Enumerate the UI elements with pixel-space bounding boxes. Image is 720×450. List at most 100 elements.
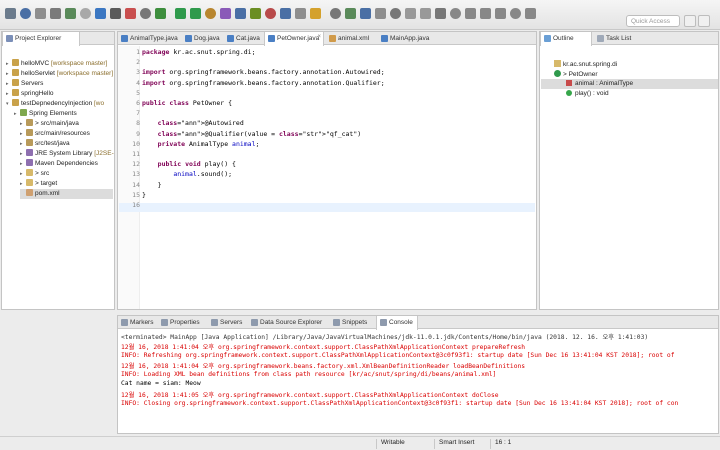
editor-tab[interactable]: Dog.java <box>182 32 222 45</box>
explorer-item[interactable]: ▸ > src/main/java <box>20 119 79 129</box>
console-tab-label: Snippets <box>342 319 368 326</box>
task-icon[interactable] <box>330 8 341 19</box>
java-file-icon <box>381 35 388 42</box>
explorer-item[interactable]: ▸ Spring Elements <box>14 109 77 119</box>
open-perspective-icon[interactable] <box>684 15 696 27</box>
editor-tab-label: Dog.java <box>194 35 220 42</box>
code-line[interactable]: import org.springframework.beans.factory… <box>142 79 385 87</box>
explorer-item[interactable]: ▸ Maven Dependencies <box>20 159 98 169</box>
nav-back-icon[interactable] <box>450 8 461 19</box>
console-tab[interactable]: Properties <box>158 316 206 329</box>
console-tab[interactable]: Data Source Explorer <box>248 316 328 329</box>
back-icon[interactable] <box>375 8 386 19</box>
code-line[interactable]: animal.sound(); <box>142 170 232 178</box>
print-icon[interactable] <box>35 8 46 19</box>
run-icon[interactable] <box>95 8 106 19</box>
editor-tab[interactable]: animal.xml <box>326 32 376 45</box>
terminal-icon[interactable] <box>50 8 61 19</box>
close-icon[interactable] <box>525 8 536 19</box>
nav-forward-icon[interactable] <box>465 8 476 19</box>
console-tabbar: Markers Properties Servers Data Source Expl… <box>118 316 718 330</box>
code-line[interactable]: package kr.ac.snut.spring.di; <box>142 48 256 56</box>
console-tab[interactable]: Markers <box>118 316 156 329</box>
tab-project-explorer[interactable]: Project Explorer <box>2 32 80 46</box>
editor-tab-label: AnimalType.java <box>130 35 178 42</box>
explorer-item[interactable]: ▸ src/main/resources <box>20 129 90 139</box>
code-line[interactable]: public void play() { <box>142 160 236 168</box>
coverage-icon[interactable] <box>205 8 216 19</box>
close-tab-icon[interactable]: × <box>317 34 321 40</box>
explorer-item[interactable]: ▸ helloServlet [workspace master] <box>6 69 113 79</box>
editor-tab-label: animal.xml <box>338 35 370 42</box>
console-line: 12월 16, 2018 1:41:05 오후 org.springframew… <box>121 392 499 399</box>
next-annotation-icon[interactable] <box>345 8 356 19</box>
line-number: 13 <box>132 170 140 179</box>
code-line[interactable]: class="ann">@Autowired <box>142 119 244 127</box>
skip-icon[interactable] <box>80 8 91 19</box>
status-writable: Writable <box>376 439 430 449</box>
pin-icon[interactable] <box>405 8 416 19</box>
tab-task-list[interactable]: Task List <box>594 32 650 45</box>
explorer-item[interactable]: ▸ src/test/java <box>20 139 70 149</box>
outline-item-field[interactable]: animal : AnimalType <box>566 80 633 87</box>
eclipse-window: Quick Access Project Explorer ▸ helloMVC … <box>0 0 720 450</box>
console-line: INFO: Refreshing org.springframework.con… <box>121 351 675 359</box>
prev-annotation-icon[interactable] <box>360 8 371 19</box>
editor-tab[interactable]: AnimalType.java <box>118 32 180 45</box>
annotation-icon[interactable] <box>310 8 321 19</box>
project-explorer-panel: Project Explorer ▸ helloMVC [workspace ma… <box>1 31 115 310</box>
new-icon[interactable] <box>5 8 16 19</box>
open-type-icon[interactable] <box>280 8 291 19</box>
maximize-icon[interactable] <box>495 8 506 19</box>
code-line[interactable]: class="ann">@Qualifier(value = class="st… <box>142 130 362 138</box>
debug-icon[interactable] <box>65 8 76 19</box>
console-tab[interactable]: Servers <box>208 316 246 329</box>
outline-item-package[interactable]: kr.ac.snut.spring.di <box>554 60 617 68</box>
code-line[interactable]: } <box>142 191 146 199</box>
debug-button-icon[interactable] <box>190 8 201 19</box>
stop-icon[interactable] <box>110 8 121 19</box>
history-icon[interactable] <box>420 8 431 19</box>
outline-item-class[interactable]: > PetOwner <box>554 70 598 78</box>
external-tools-icon[interactable] <box>220 8 231 19</box>
explorer-item[interactable]: ▸ helloMVC [workspace master] <box>6 59 107 69</box>
search-icon[interactable] <box>295 8 306 19</box>
code-line[interactable]: import org.springframework.beans.factory… <box>142 68 385 76</box>
code-line[interactable]: private AnimalType animal; <box>142 140 260 148</box>
editor-tab[interactable]: Cat.java <box>224 32 262 45</box>
outline-item-method[interactable]: play() : void <box>566 90 609 97</box>
explorer-item[interactable]: ▸ Servers <box>6 79 43 89</box>
code-line[interactable]: public class PetOwner { <box>142 99 232 107</box>
java-file-icon <box>121 35 128 42</box>
breakpoint-icon[interactable] <box>125 8 136 19</box>
new-java-icon[interactable] <box>235 8 246 19</box>
code-line[interactable]: } <box>142 181 162 189</box>
new-package-icon[interactable] <box>250 8 261 19</box>
restore-icon[interactable] <box>510 8 521 19</box>
line-number: 15 <box>132 190 140 199</box>
minimize-icon[interactable] <box>480 8 491 19</box>
explorer-item[interactable]: ▸ springHello <box>6 89 54 99</box>
explorer-item[interactable]: pom.xml <box>20 189 113 199</box>
java-perspective-icon[interactable] <box>698 15 710 27</box>
new-class-icon[interactable] <box>265 8 276 19</box>
tab-outline[interactable]: Outline <box>540 32 592 46</box>
console-icon <box>380 319 387 326</box>
console-tab[interactable]: Snippets <box>330 316 374 329</box>
explorer-item[interactable]: ▸ JRE System Library [J2SE-1 <box>20 149 114 159</box>
step-icon[interactable] <box>140 8 151 19</box>
explorer-item[interactable]: ▸ > target <box>20 179 57 189</box>
explorer-item-label: springHello <box>21 90 54 97</box>
console-tab[interactable]: Console <box>376 316 418 330</box>
save-icon[interactable] <box>20 8 31 19</box>
editor-tab[interactable]: PetOwner.java × <box>264 32 324 46</box>
explorer-item[interactable]: ▸ > src <box>20 169 49 179</box>
quick-access-input[interactable]: Quick Access <box>626 15 680 27</box>
editor-tab[interactable]: MainApp.java <box>378 32 438 45</box>
last-edit-icon[interactable] <box>435 8 446 19</box>
resume-icon[interactable] <box>155 8 166 19</box>
explorer-item[interactable]: ▾ testDepnedencyInjection [wo <box>6 99 104 109</box>
run-button-icon[interactable] <box>175 8 186 19</box>
status-cursor-position: 16 : 1 <box>490 439 540 449</box>
forward-icon[interactable] <box>390 8 401 19</box>
